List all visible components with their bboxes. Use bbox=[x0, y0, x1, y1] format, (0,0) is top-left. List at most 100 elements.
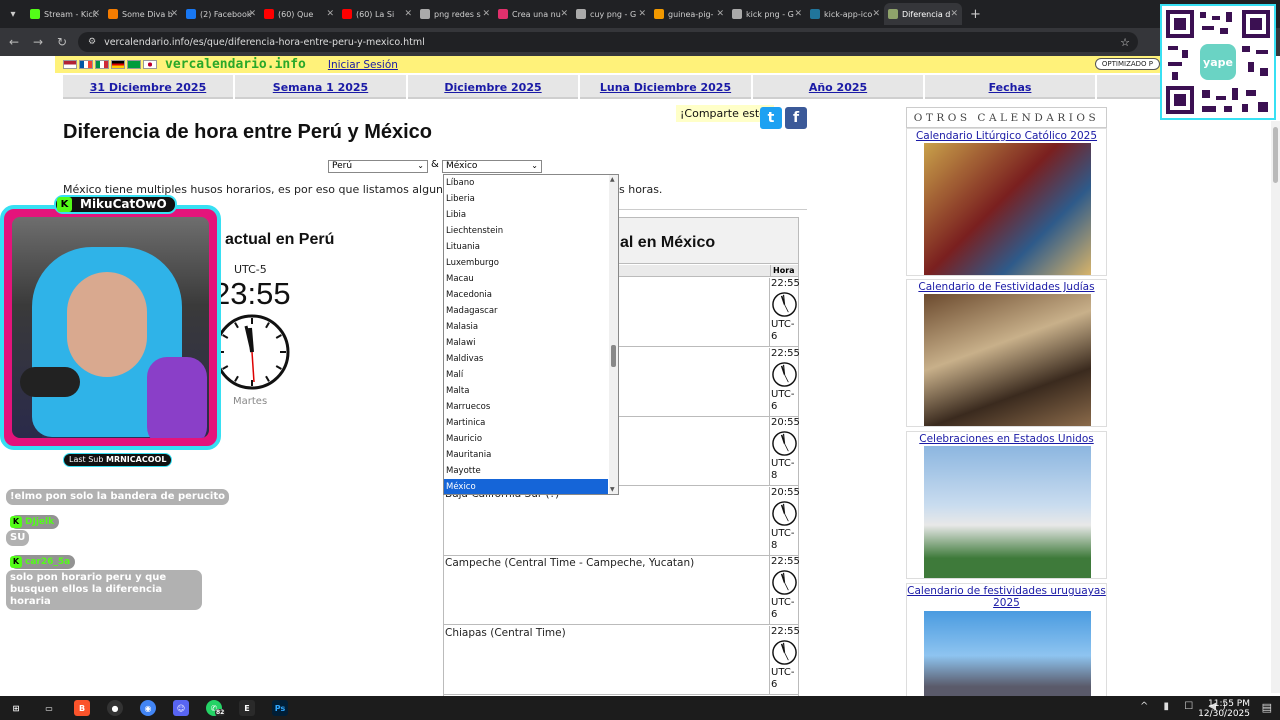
page-scroll-thumb[interactable] bbox=[1273, 127, 1278, 183]
browser-tab[interactable]: kick png - G ✕ bbox=[728, 3, 806, 25]
dropdown-scrollbar[interactable]: ▲ ▼ bbox=[609, 175, 618, 494]
browser-tab[interactable]: Crea una nu ✕ bbox=[494, 3, 572, 25]
country-from-select[interactable]: Perú ⌄ bbox=[328, 160, 428, 173]
back-icon[interactable]: ← bbox=[2, 35, 26, 49]
menu-item-week[interactable]: Semana 1 2025 bbox=[235, 75, 408, 99]
browser-tab[interactable]: guinea-pig- ✕ bbox=[650, 3, 728, 25]
sidebar-item-usa[interactable]: Celebraciones en Estados Unidos 2025 bbox=[906, 431, 1107, 579]
dropdown-option[interactable]: Liberia bbox=[444, 191, 618, 207]
site-info-icon[interactable]: ⚙ bbox=[88, 37, 96, 47]
clock[interactable]: 11:55 PM 12/30/2025 bbox=[1198, 699, 1250, 719]
dropdown-option[interactable]: Malí bbox=[444, 367, 618, 383]
menu-item-month[interactable]: Diciembre 2025 bbox=[408, 75, 580, 99]
dropdown-option[interactable]: México bbox=[444, 479, 608, 494]
menu-item-dates[interactable]: Fechas bbox=[925, 75, 1097, 99]
dropdown-option[interactable]: Libia bbox=[444, 207, 618, 223]
table-row: Campeche (Central Time - Campeche, Yucat… bbox=[444, 556, 800, 625]
dropdown-option[interactable]: Marruecos bbox=[444, 399, 618, 415]
obs-icon[interactable]: ● bbox=[107, 700, 123, 716]
dropdown-option[interactable]: Macedonia bbox=[444, 287, 618, 303]
flag-brazil-icon[interactable] bbox=[127, 60, 141, 69]
flag-japan-icon[interactable] bbox=[143, 60, 157, 69]
dropdown-option[interactable]: Mauritania bbox=[444, 447, 618, 463]
dropdown-option[interactable]: Luxemburgo bbox=[444, 255, 618, 271]
dropdown-option[interactable]: Malta bbox=[444, 383, 618, 399]
photoshop-icon[interactable]: Ps bbox=[272, 700, 288, 716]
dropdown-option[interactable]: Liechtenstein bbox=[444, 223, 618, 239]
tab-close-icon[interactable]: ✕ bbox=[248, 9, 256, 19]
dropdown-option[interactable]: Mayotte bbox=[444, 463, 618, 479]
whatsapp-icon[interactable]: ✆ 82 bbox=[206, 700, 226, 716]
dropdown-option[interactable]: Líbano bbox=[444, 175, 618, 191]
dropdown-option[interactable]: Martinica bbox=[444, 415, 618, 431]
dropdown-option[interactable]: Maldivas bbox=[444, 351, 618, 367]
browser-tab[interactable]: Stream - Kick ✕ bbox=[26, 3, 104, 25]
notification-icon[interactable]: ▤ bbox=[1262, 701, 1272, 714]
last-sub-badge: Last Sub MRNICACOOL bbox=[63, 453, 173, 467]
tab-close-icon[interactable]: ✕ bbox=[638, 9, 646, 19]
flag-france-icon[interactable] bbox=[79, 60, 93, 69]
flag-us-icon[interactable] bbox=[63, 60, 77, 69]
jewish-festivities-image[interactable] bbox=[924, 294, 1091, 426]
new-tab-button[interactable]: + bbox=[970, 7, 981, 22]
dropdown-option[interactable]: Mauricio bbox=[444, 431, 618, 447]
browser-tab[interactable]: cuy png - G ✕ bbox=[572, 3, 650, 25]
tab-close-icon[interactable]: ✕ bbox=[872, 9, 880, 19]
dropdown-option[interactable]: Macau bbox=[444, 271, 618, 287]
scroll-down-icon[interactable]: ▼ bbox=[610, 486, 615, 493]
capitol-image[interactable] bbox=[924, 446, 1091, 578]
tab-close-icon[interactable]: ✕ bbox=[482, 9, 490, 19]
menu-item-year[interactable]: Año 2025 bbox=[753, 75, 925, 99]
browser-tab[interactable]: kick-app-ico ✕ bbox=[806, 3, 884, 25]
sidebar-item-uruguay[interactable]: Calendario de festividades uruguayas 202… bbox=[906, 583, 1107, 700]
browser-tab[interactable]: (60) La Si ✕ bbox=[338, 3, 416, 25]
bookmark-star-icon[interactable]: ☆ bbox=[1120, 36, 1130, 49]
browser-tab[interactable]: png redes s ✕ bbox=[416, 3, 494, 25]
browser-tab[interactable]: (60) Que ✕ bbox=[260, 3, 338, 25]
windows-start-icon[interactable]: ⊞ bbox=[8, 700, 24, 716]
dropdown-option[interactable]: Malasia bbox=[444, 319, 618, 335]
tab-close-icon[interactable]: ✕ bbox=[170, 9, 178, 19]
flag-italy-icon[interactable] bbox=[95, 60, 109, 69]
tab-close-icon[interactable]: ✕ bbox=[404, 9, 412, 19]
sidebar-item-label[interactable]: Calendario de festividades uruguayas 202… bbox=[907, 584, 1106, 609]
page-scrollbar[interactable] bbox=[1271, 121, 1280, 693]
epic-games-icon[interactable]: E bbox=[239, 700, 255, 716]
reload-icon[interactable]: ↻ bbox=[50, 35, 74, 49]
sidebar-item-jewish[interactable]: Calendario de Festividades Judías 2025 bbox=[906, 279, 1107, 427]
site-logo[interactable]: vercalendario.info bbox=[165, 57, 306, 72]
dropdown-scroll-thumb[interactable] bbox=[611, 345, 616, 367]
browser-tab[interactable]: Some Diva b ✕ bbox=[104, 3, 182, 25]
catholic-calendar-image[interactable] bbox=[924, 143, 1091, 275]
login-link[interactable]: Iniciar Sesión bbox=[328, 59, 398, 71]
tab-close-icon[interactable]: ✕ bbox=[92, 9, 100, 19]
tab-close-icon[interactable]: ✕ bbox=[950, 9, 958, 19]
browser-tab[interactable]: Diferencia d ✕ bbox=[884, 3, 962, 25]
country-to-select[interactable]: México ⌄ bbox=[442, 160, 542, 173]
forward-icon[interactable]: → bbox=[26, 35, 50, 49]
tab-close-icon[interactable]: ✕ bbox=[716, 9, 724, 19]
facebook-icon[interactable]: f bbox=[785, 107, 807, 129]
sidebar-item-label[interactable]: Calendario Litúrgico Católico 2025 bbox=[907, 129, 1106, 142]
browser-tab[interactable]: (2) Facebook ✕ bbox=[182, 3, 260, 25]
url-field[interactable]: ⚙ vercalendario.info/es/que/diferencia-h… bbox=[78, 32, 1138, 52]
dropdown-option[interactable]: Madagascar bbox=[444, 303, 618, 319]
twitter-icon[interactable]: t bbox=[760, 107, 782, 129]
dropdown-option[interactable]: Lituania bbox=[444, 239, 618, 255]
flag-germany-icon[interactable] bbox=[111, 60, 125, 69]
tab-close-icon[interactable]: ✕ bbox=[794, 9, 802, 19]
menu-item-day[interactable]: 31 Diciembre 2025 bbox=[63, 75, 235, 99]
chrome-icon[interactable]: ◉ bbox=[140, 700, 156, 716]
brave-icon[interactable]: B bbox=[74, 700, 90, 716]
tab-close-icon[interactable]: ✕ bbox=[326, 9, 334, 19]
task-view-icon[interactable]: ▭ bbox=[41, 700, 57, 716]
tab-search-icon[interactable]: ▾ bbox=[0, 0, 26, 28]
discord-icon[interactable]: ☺ bbox=[173, 700, 189, 716]
uruguay-image[interactable] bbox=[924, 611, 1091, 700]
menu-item-moon[interactable]: Luna Diciembre 2025 bbox=[580, 75, 753, 99]
tab-close-icon[interactable]: ✕ bbox=[560, 9, 568, 19]
sidebar-item-catholic[interactable]: Calendario Litúrgico Católico 2025 bbox=[906, 128, 1107, 276]
scroll-up-icon[interactable]: ▲ bbox=[610, 176, 615, 183]
dropdown-option[interactable]: Malawi bbox=[444, 335, 618, 351]
country-dropdown-list[interactable]: Líbano Liberia Libia Liechtenstein Lituania L… bbox=[443, 174, 619, 495]
